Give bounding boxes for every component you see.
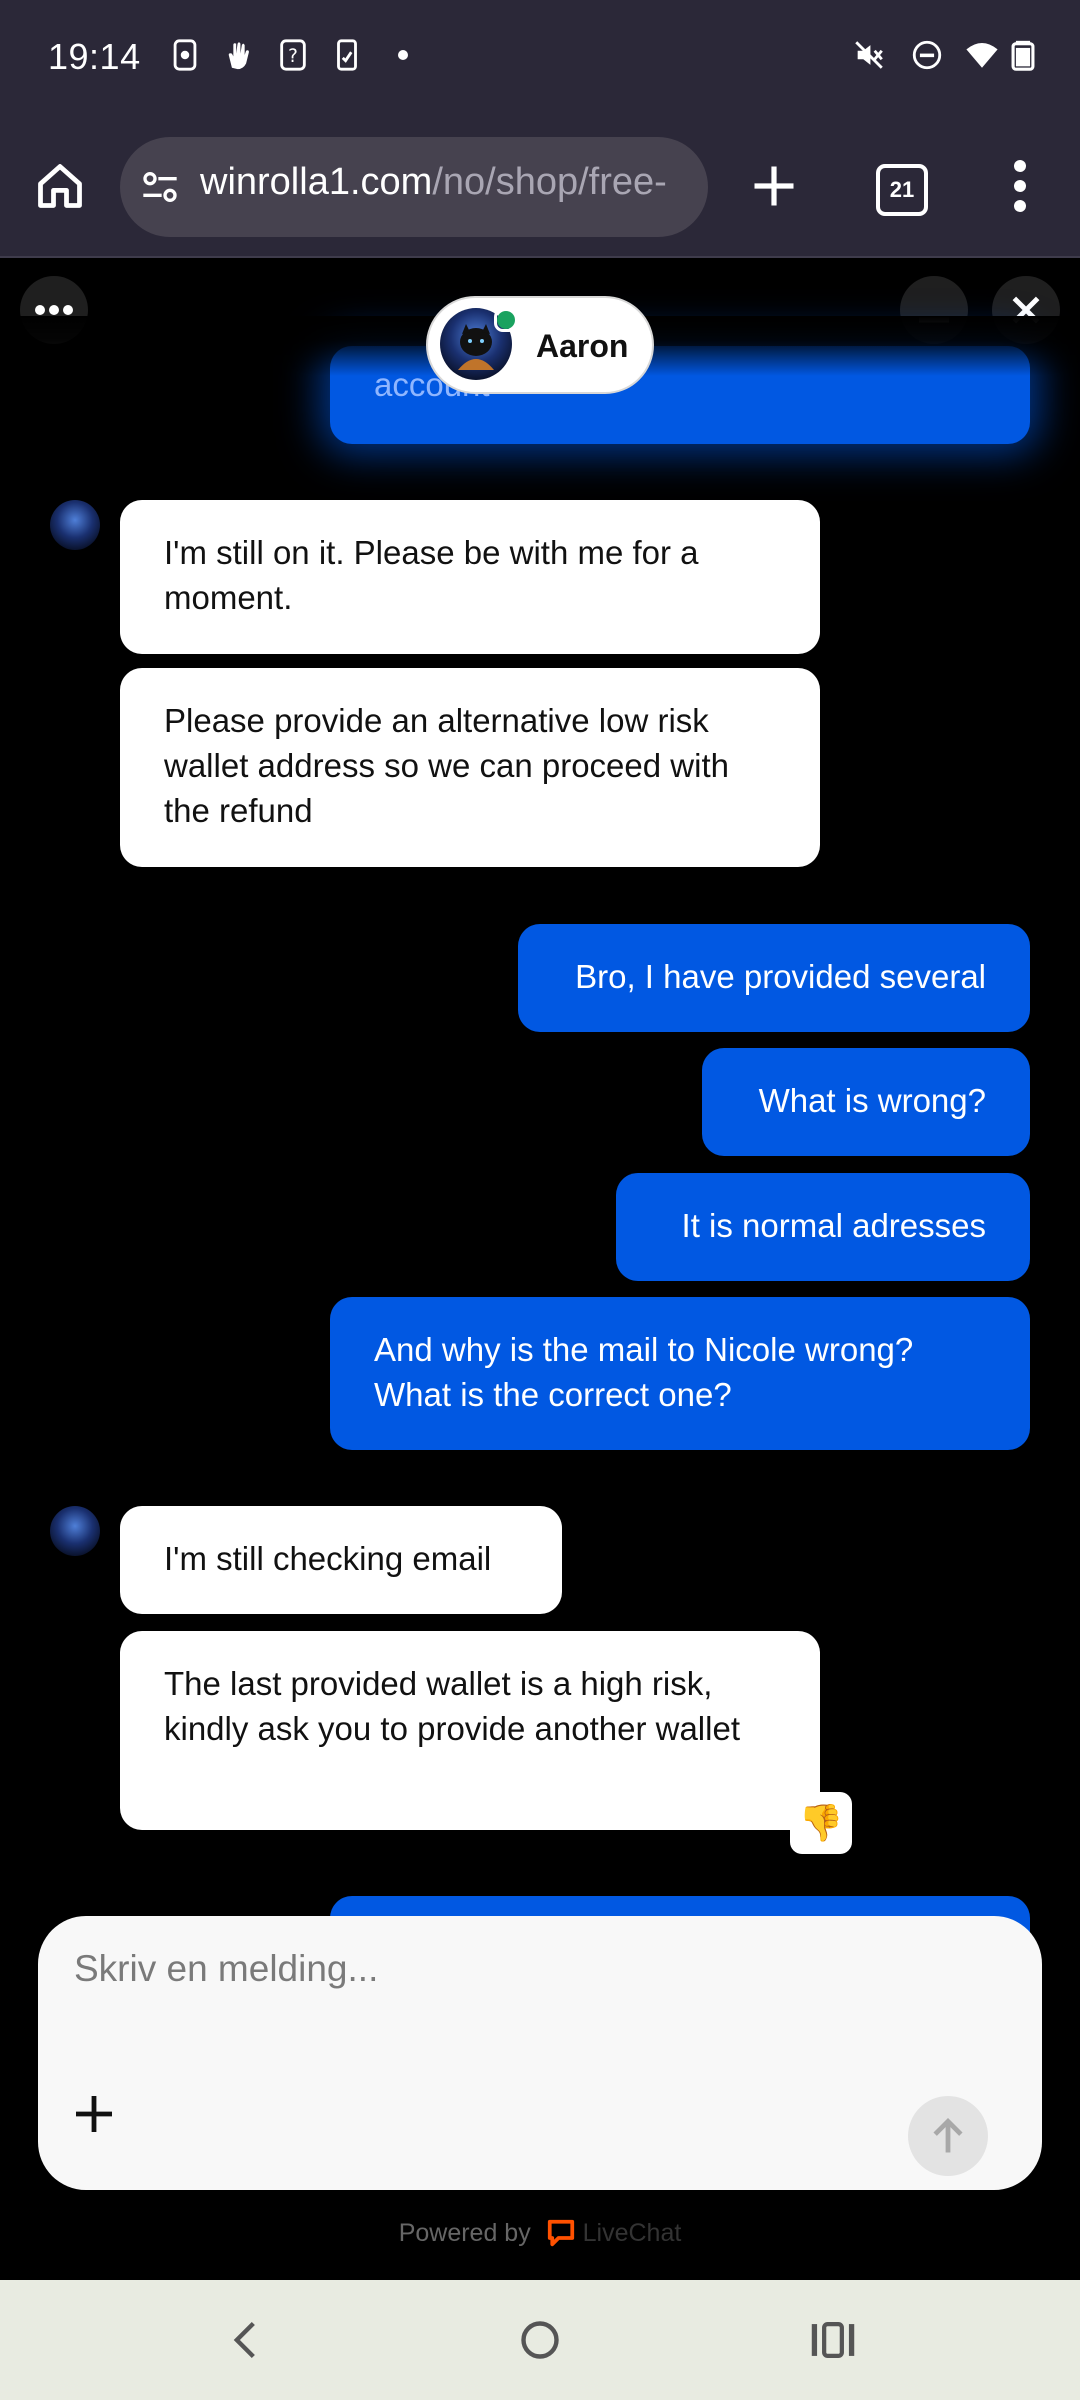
back-icon[interactable] [224,2318,268,2362]
message-bubble-agent: The last provided wallet is a high risk,… [120,1631,820,1830]
arrow-up-icon [933,2117,963,2153]
agent-avatar-small [50,500,100,550]
help-box-icon: ? [280,39,306,71]
do-not-disturb-icon [912,40,942,70]
message-bubble-user: It is normal adresses [616,1173,1030,1281]
add-attachment-icon[interactable] [70,2090,118,2138]
new-tab-icon[interactable] [748,160,800,212]
recents-icon[interactable] [810,2318,856,2362]
thumbs-down-reaction[interactable]: 👎 [790,1792,852,1854]
screen-record-icon [173,39,197,71]
dot-icon [398,50,408,60]
powered-by-footer[interactable]: Powered by LiveChat [0,2218,1080,2248]
url-path: /no/shop/free- [432,161,667,203]
message-bubble-user: And why is the mail to Nicole wrong? Wha… [330,1297,1030,1450]
wifi-icon [966,42,998,68]
message-bubble-agent: I'm still checking email [120,1506,562,1614]
home-nav-icon[interactable] [518,2318,562,2362]
url-domain: winrolla1.com [200,161,433,203]
url-text[interactable]: winrolla1.com/no/shop/free- [200,161,667,204]
address-bar[interactable]: winrolla1.com/no/shop/free- [120,137,708,237]
system-nav-bar [0,2280,1080,2400]
status-bar: 19:14 ? [0,0,1080,116]
phone-note-icon [337,39,357,71]
status-time: 19:14 [48,36,141,77]
message-bubble-user: Bro, I have provided several [518,924,1030,1032]
agent-header[interactable]: Aaron [426,296,654,394]
tab-count-button[interactable]: 21 [876,164,928,216]
overflow-menu-icon[interactable] [1000,158,1040,214]
send-button[interactable] [908,2096,988,2176]
message-bubble-user: What is wrong? [702,1048,1030,1156]
battery-icon [1011,40,1035,71]
livechat-brand: LiveChat [582,2219,682,2247]
livechat-logo-icon [547,2219,574,2247]
powered-by-label: Powered by [398,2219,531,2247]
message-composer[interactable]: Skriv en melding... [38,1916,1042,2190]
message-bubble-agent: Please provide an alternative low risk w… [120,668,820,867]
message-bubble-agent: I'm still on it. Please be with me for a… [120,500,820,654]
svg-text:?: ? [288,46,298,67]
home-icon[interactable] [34,160,86,212]
muted-icon [855,41,883,69]
hand-wave-icon [228,42,249,70]
online-status-indicator [494,308,518,332]
site-settings-icon[interactable] [140,167,180,207]
agent-name: Aaron [536,328,629,364]
message-input[interactable]: Skriv en melding... [74,1948,378,1990]
agent-avatar-small [50,1506,100,1556]
